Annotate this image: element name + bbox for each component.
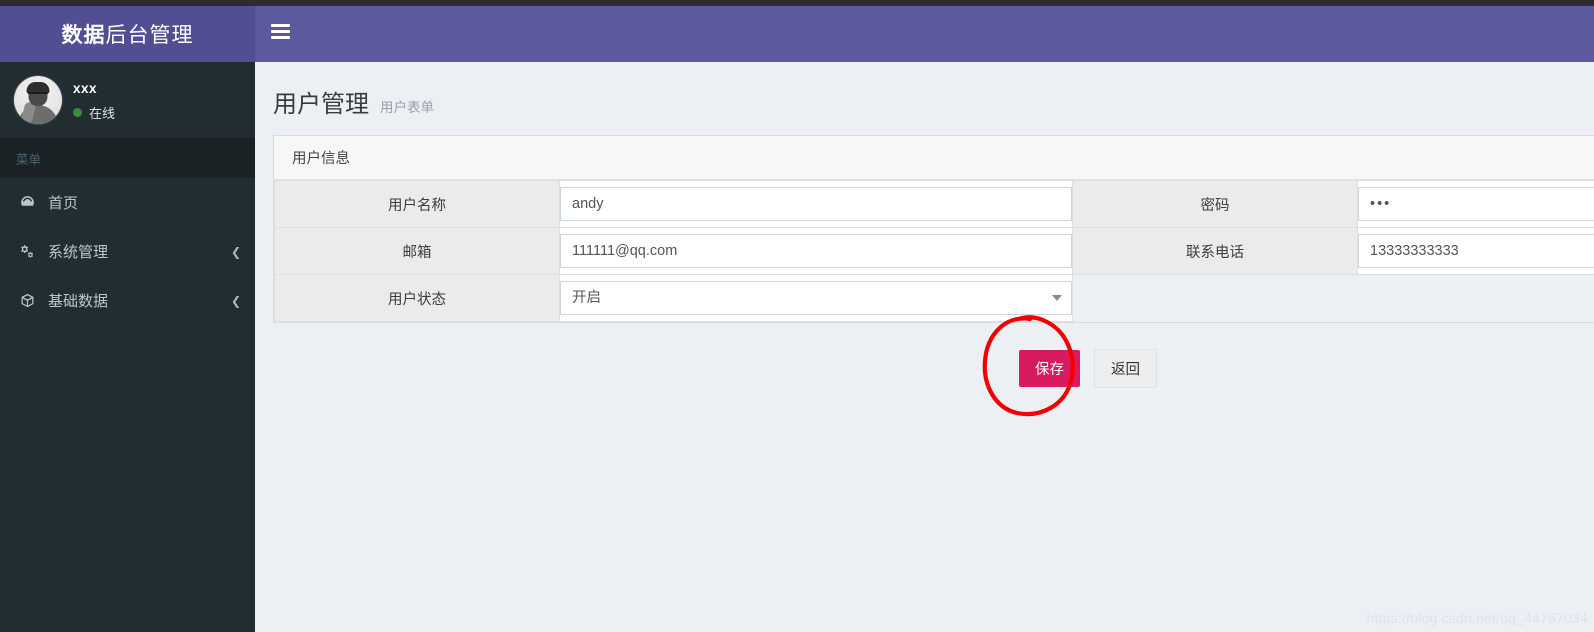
user-status-select-wrap: 开启 关闭 <box>560 281 1072 315</box>
field-phone <box>1357 227 1594 275</box>
user-status-select[interactable]: 开启 关闭 <box>560 281 1072 315</box>
sidebar-user-panel: xxx 在线 <box>0 62 255 138</box>
label-username: 用户名称 <box>274 180 560 228</box>
content-area: 用户管理 用户表单 用户信息 用户名称 密码 邮箱 <box>255 62 1594 632</box>
table-row: 邮箱 联系电话 <box>274 227 1594 275</box>
field-empty-b <box>1357 274 1594 322</box>
sidebar: 数据 后台管理 xxx 在线 菜单 首页 系统管理 ❮ 基础数据 ❮ <box>0 6 255 632</box>
watermark: https://blog.csdn.net/qq_44757034 <box>1366 610 1588 626</box>
label-user-status: 用户状态 <box>274 274 560 322</box>
label-phone: 联系电话 <box>1072 227 1358 275</box>
panel-title: 用户信息 <box>274 136 1594 180</box>
brand-logo[interactable]: 数据 后台管理 <box>0 6 255 62</box>
sidebar-item-home[interactable]: 首页 <box>0 178 255 227</box>
field-password <box>1357 180 1594 228</box>
dashboard-icon <box>16 194 38 211</box>
online-status-dot <box>73 107 82 117</box>
user-form-table: 用户名称 密码 邮箱 联系电话 <box>274 180 1594 322</box>
user-name: xxx <box>73 80 98 96</box>
sidebar-menu-header: 菜单 <box>0 138 255 178</box>
avatar <box>14 76 62 124</box>
avatar-glasses <box>28 92 48 97</box>
brand-title-light: 后台管理 <box>105 24 194 47</box>
email-input[interactable] <box>560 234 1072 268</box>
hamburger-bar <box>271 30 290 33</box>
user-status-label: 在线 <box>89 105 116 121</box>
user-info-panel: 用户信息 用户名称 密码 邮箱 联系电话 <box>273 135 1594 323</box>
save-button[interactable]: 保存 <box>1019 350 1080 387</box>
page-title: 用户管理 <box>273 91 369 118</box>
table-row: 用户名称 密码 <box>274 180 1594 228</box>
back-button[interactable]: 返回 <box>1094 349 1157 388</box>
form-actions: 保存 返回 <box>255 323 1594 388</box>
field-empty-a <box>1072 274 1358 322</box>
top-navbar <box>255 6 1594 62</box>
chevron-left-icon: ❮ <box>230 293 241 308</box>
sidebar-item-system-management[interactable]: 系统管理 ❮ <box>0 227 255 276</box>
hamburger-bar <box>271 36 290 39</box>
password-input[interactable] <box>1358 187 1594 221</box>
field-username <box>559 180 1073 228</box>
sidebar-item-base-data[interactable]: 基础数据 ❮ <box>0 276 255 325</box>
brand-title-bold: 数据 <box>61 24 106 47</box>
cube-icon <box>16 292 38 309</box>
chevron-left-icon: ❮ <box>230 244 241 259</box>
username-input[interactable] <box>560 187 1072 221</box>
hamburger-menu-icon[interactable] <box>271 24 290 39</box>
sidebar-item-base-data-label: 基础数据 <box>48 293 109 310</box>
field-user-status: 开启 关闭 <box>559 274 1073 322</box>
table-row: 用户状态 开启 关闭 <box>274 274 1594 322</box>
page-header: 用户管理 用户表单 <box>255 62 1594 135</box>
user-meta: xxx 在线 <box>73 79 115 122</box>
page-subtitle: 用户表单 <box>380 100 434 115</box>
label-password: 密码 <box>1072 180 1358 228</box>
hamburger-bar <box>271 24 290 27</box>
app-root: 数据 后台管理 xxx 在线 菜单 首页 系统管理 ❮ 基础数据 ❮ 用户管理 … <box>0 0 1594 632</box>
sidebar-item-home-label: 首页 <box>48 195 79 212</box>
label-email: 邮箱 <box>274 227 560 275</box>
sidebar-item-system-management-label: 系统管理 <box>48 244 109 261</box>
user-status: 在线 <box>73 103 115 122</box>
cogs-icon <box>16 243 38 260</box>
field-email <box>559 227 1073 275</box>
phone-input[interactable] <box>1358 234 1594 268</box>
